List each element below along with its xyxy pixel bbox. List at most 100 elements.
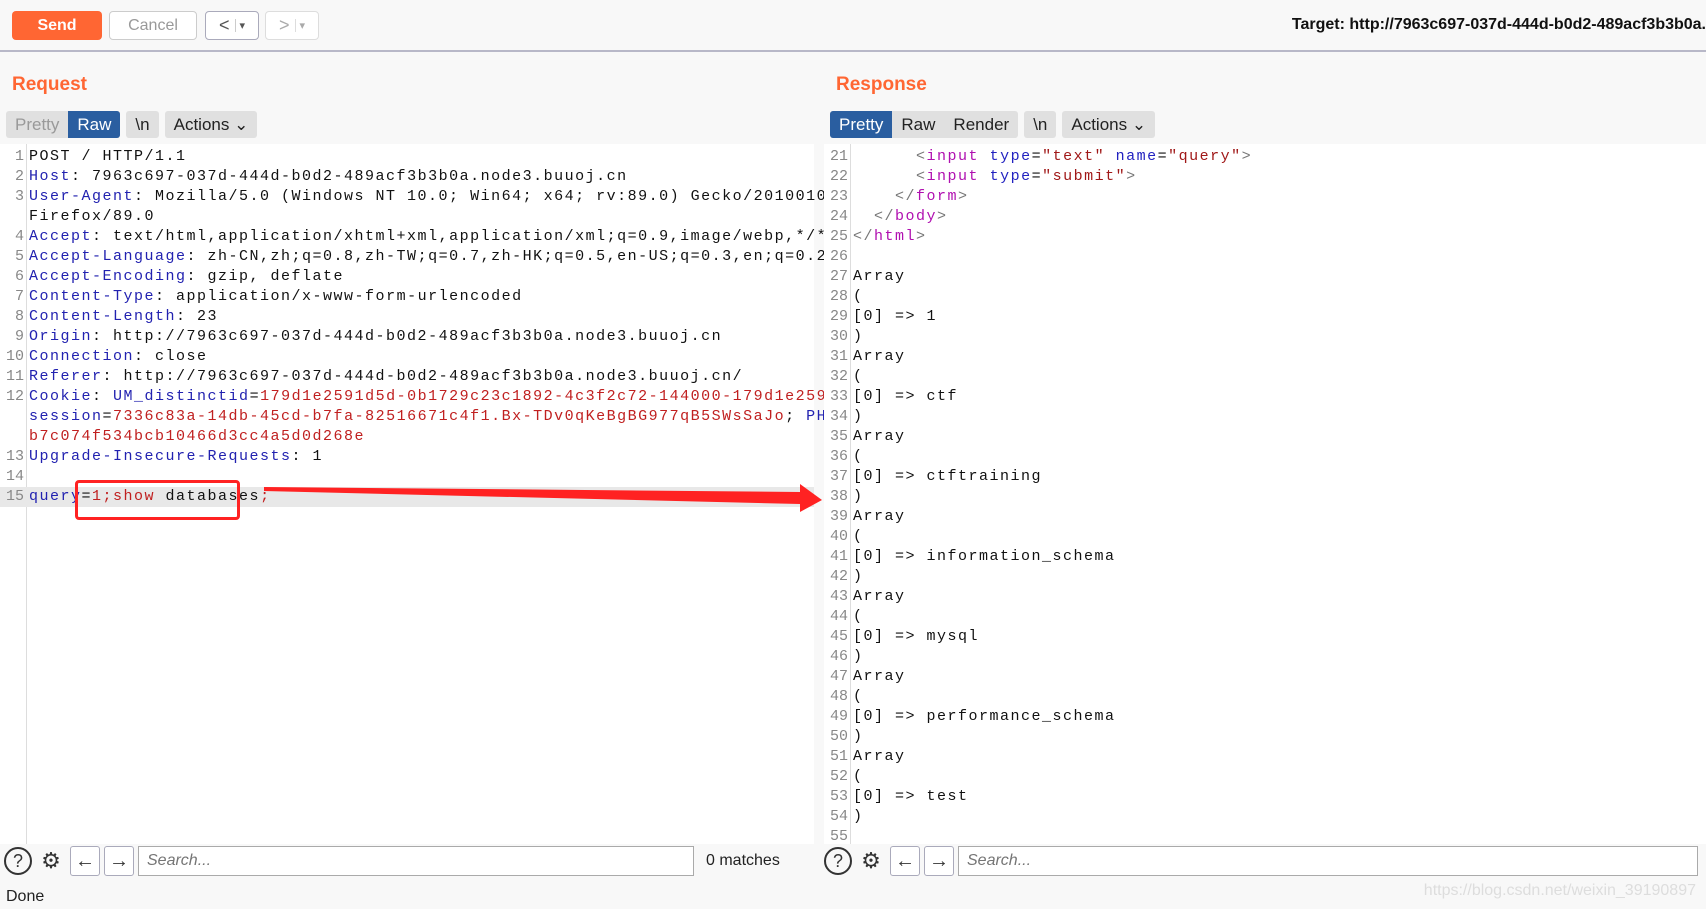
tab-actions[interactable]: Actions ⌄ <box>1062 111 1155 138</box>
code-token: > <box>958 188 969 205</box>
match-count: 0 matches <box>706 852 780 869</box>
code-token: ) <box>853 728 864 745</box>
annotation-highlight-box <box>75 480 240 520</box>
code-token: Host <box>29 168 72 185</box>
code-token: name <box>1115 148 1158 165</box>
code-token: : zh-CN,zh;q=0.8,zh-TW;q=0.7,zh-HK;q=0.5… <box>186 248 828 265</box>
code-line: 37 [0] => ctftraining <box>824 467 1706 487</box>
code-line: 2 Host: 7963c697-037d-444d-b0d2-489acf3b3… <box>0 167 814 187</box>
line-number: 21 <box>829 148 848 165</box>
line-number: 35 <box>829 428 848 445</box>
code-line: 5 Accept-Language: zh-CN,zh;q=0.8,zh-TW;q… <box>0 247 826 267</box>
send-button[interactable]: Send <box>12 11 102 40</box>
code-token: "submit" <box>1042 168 1127 185</box>
code-token: session <box>29 408 103 425</box>
code-token: ) <box>853 488 864 505</box>
line-number: 50 <box>829 728 848 745</box>
code-token: 179d1e2591d5d-0b1729c23c1892-4c3f2c72-14… <box>260 388 880 405</box>
code-token: : 1 <box>291 448 324 465</box>
code-token: 7336c83a-14db-45cd-b7fa-82516671c4f1.Bx-… <box>113 408 786 425</box>
tab-raw[interactable]: Raw <box>68 111 121 138</box>
code-line: 3 User-Agent: Mozilla/5.0 (Windows NT 10.… <box>0 187 836 207</box>
code-token: = <box>1031 148 1043 165</box>
line-number: 12 <box>5 388 24 405</box>
cancel-button[interactable]: Cancel <box>109 11 197 40</box>
code-token: : Mozilla/5.0 (Windows NT 10.0; Win64; x… <box>134 188 838 205</box>
code-line: 39 Array <box>824 507 1706 527</box>
code-token: html <box>874 228 917 245</box>
code-line: 36 ( <box>824 447 1706 467</box>
response-viewer[interactable]: 21 <input type="text" name="query"> 22 <i… <box>824 144 1706 845</box>
code-line: 41 [0] => information_schema <box>824 547 1706 567</box>
help-icon[interactable]: ? <box>4 847 32 875</box>
code-line: 23 </form> <box>824 187 1706 207</box>
code-line: 38) <box>824 487 1706 507</box>
code-token: ; <box>260 488 271 505</box>
code-token: : <box>92 388 114 405</box>
line-number: 8 <box>14 308 24 325</box>
code-line: 46) <box>824 647 1706 667</box>
code-line: 43 Array <box>824 587 1706 607</box>
code-line: 35 Array <box>824 427 1706 447</box>
line-number: 11 <box>5 368 24 385</box>
code-token: Array <box>853 668 906 685</box>
line-number: 36 <box>829 448 848 465</box>
response-search-input[interactable] <box>958 846 1698 876</box>
dropdown-icon[interactable]: ▾ <box>234 19 245 32</box>
tab-actions[interactable]: Actions ⌄ <box>165 111 258 138</box>
tab-render[interactable]: Render <box>944 111 1018 138</box>
tab-pretty[interactable]: Pretty <box>830 111 893 138</box>
code-token: input <box>926 168 980 185</box>
line-number: 13 <box>5 448 24 465</box>
tab-raw[interactable]: Raw <box>892 111 944 138</box>
next-match-button[interactable]: → <box>104 846 134 876</box>
gear-icon[interactable]: ⚙ <box>856 846 886 876</box>
code-line: 9 Origin: http://7963c697-037d-444d-b0d2-… <box>0 327 814 347</box>
line-number: 25 <box>829 228 848 245</box>
code-line: 6 Accept-Encoding: gzip, deflate <box>0 267 814 287</box>
line-number: 28 <box>829 288 848 305</box>
code-token: ( <box>853 288 864 305</box>
previous-match-button[interactable]: ← <box>70 846 100 876</box>
code-line: 21 <input type="text" name="query"> <box>824 147 1706 167</box>
forward-button[interactable]: > ▾ <box>265 11 319 40</box>
line-number: 6 <box>14 268 24 285</box>
line-number: 47 <box>829 668 848 685</box>
code-line: session=7336c83a-14db-45cd-b7fa-82516671… <box>0 407 910 427</box>
help-icon[interactable]: ? <box>824 847 852 875</box>
back-button[interactable]: < ▾ <box>205 11 259 40</box>
toolbar: Send Cancel < ▾ > ▾ Target: http://7963c… <box>0 0 1706 52</box>
code-line: 12 Cookie: UM_distinctid=179d1e2591d5d-0b… <box>0 387 889 407</box>
line-number: 54 <box>829 808 848 825</box>
tab-pretty[interactable]: Pretty <box>6 111 68 138</box>
code-token: Accept <box>29 228 93 245</box>
code-token: UM_distinctid <box>113 388 250 405</box>
previous-match-button[interactable]: ← <box>890 846 920 876</box>
line-number: 52 <box>829 768 848 785</box>
tab-n[interactable]: \n <box>126 111 158 138</box>
line-number: 44 <box>829 608 848 625</box>
code-token: Content-Length <box>29 308 177 325</box>
target-url[interactable]: Target: http://7963c697-037d-444d-b0d2-4… <box>1292 16 1706 34</box>
code-token: Accept-Language <box>29 248 187 265</box>
code-token: b7c074f534bcb10466d3cc4a5d0d268e <box>29 428 366 445</box>
code-token: : http://7963c697-037d-444d-b0d2-489acf3… <box>102 368 744 385</box>
gear-icon[interactable]: ⚙ <box>36 846 66 876</box>
code-line: 24 </body> <box>824 207 1706 227</box>
code-line: 51 Array <box>824 747 1706 767</box>
code-line: 50) <box>824 727 1706 747</box>
line-number: 45 <box>829 628 848 645</box>
code-token: [0] => ctftraining <box>853 468 1043 485</box>
request-search-input[interactable] <box>138 846 694 876</box>
status-text: Done <box>6 888 45 905</box>
code-line: 47 Array <box>824 667 1706 687</box>
line-number: 1 <box>14 148 24 165</box>
line-number: 40 <box>829 528 848 545</box>
dropdown-icon[interactable]: ▾ <box>294 19 305 32</box>
next-match-button[interactable]: → <box>924 846 954 876</box>
tab-n[interactable]: \n <box>1024 111 1056 138</box>
code-token: body <box>895 208 938 225</box>
code-token: < <box>916 168 927 185</box>
